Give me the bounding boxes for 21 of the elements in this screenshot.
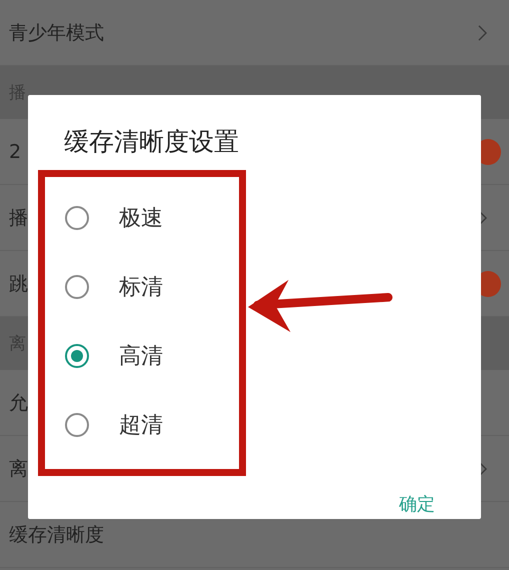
radio-button[interactable] xyxy=(65,412,89,436)
settings-row-label: 缓存清晰度 xyxy=(9,522,104,548)
option-label: 超清 xyxy=(119,412,163,440)
radio-option[interactable]: 高清 xyxy=(45,321,239,390)
option-label: 标清 xyxy=(119,274,163,302)
option-label: 极速 xyxy=(119,204,163,232)
settings-row-label: 跳 xyxy=(9,272,28,296)
radio-button[interactable] xyxy=(65,344,89,368)
settings-row-label: 离 xyxy=(9,456,28,482)
chevron-icon xyxy=(478,24,487,40)
settings-row-label: 青少年模式 xyxy=(9,20,104,46)
radio-option[interactable]: 极速 xyxy=(45,183,239,252)
radio-option[interactable]: 标清 xyxy=(45,252,239,321)
settings-row-label: 允 xyxy=(9,390,28,416)
settings-row-label: 2 xyxy=(9,140,22,162)
option-label: 高清 xyxy=(119,342,163,370)
settings-row-label: 播 xyxy=(9,206,28,230)
radio-option[interactable]: 超清 xyxy=(45,390,239,459)
dialog-title: 缓存清晰度设置 xyxy=(63,126,240,158)
radio-button[interactable] xyxy=(65,274,89,298)
radio-button[interactable] xyxy=(65,206,89,230)
